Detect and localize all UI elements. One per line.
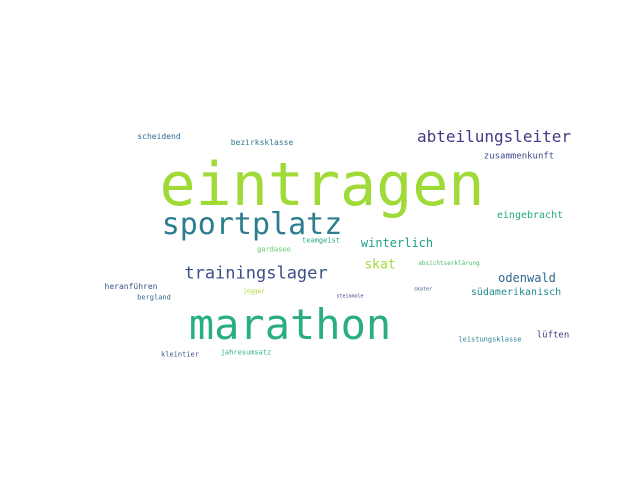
word-winterlich: winterlich (360, 236, 434, 250)
word-trainingslager: trainingslager (184, 263, 328, 284)
word-skat: skat (364, 257, 396, 273)
word-marathon: marathon (188, 300, 392, 349)
word-kleintier: kleintier (161, 350, 199, 359)
word-gardasee: gardasee (257, 245, 291, 254)
word-bezirksklasse: bezirksklasse (230, 138, 294, 147)
word-abteilungsleiter: abteilungsleiter (416, 127, 572, 146)
word-absichtserklaerung: absichtserklärung (418, 260, 480, 267)
word-jogger: jogger (243, 288, 265, 295)
word-eingebracht: eingebracht (496, 210, 564, 221)
word-heranfuehren: heranführen (104, 282, 158, 291)
word-suedamerikanisch: südamerikanisch (470, 287, 562, 298)
word-bergland: bergland (137, 293, 171, 302)
word-steinmole: steinmole (336, 293, 364, 300)
word-lueften: lüften (536, 330, 570, 341)
word-cloud: eintragen marathon sportplatz abteilungs… (0, 0, 640, 480)
word-skater: skater (413, 286, 433, 293)
word-scheidend: scheidend (137, 132, 181, 141)
word-jahresumsatz: jahresumsatz (220, 348, 272, 357)
word-teamgeist: teamgeist (302, 236, 340, 245)
word-zusammenkunft: zusammenkunft (483, 151, 555, 162)
word-leistungsklasse: leistungsklasse (458, 335, 522, 344)
word-odenwald: odenwald (498, 271, 556, 285)
word-eintragen: eintragen (159, 150, 485, 220)
word-sportplatz: sportplatz (161, 207, 343, 242)
